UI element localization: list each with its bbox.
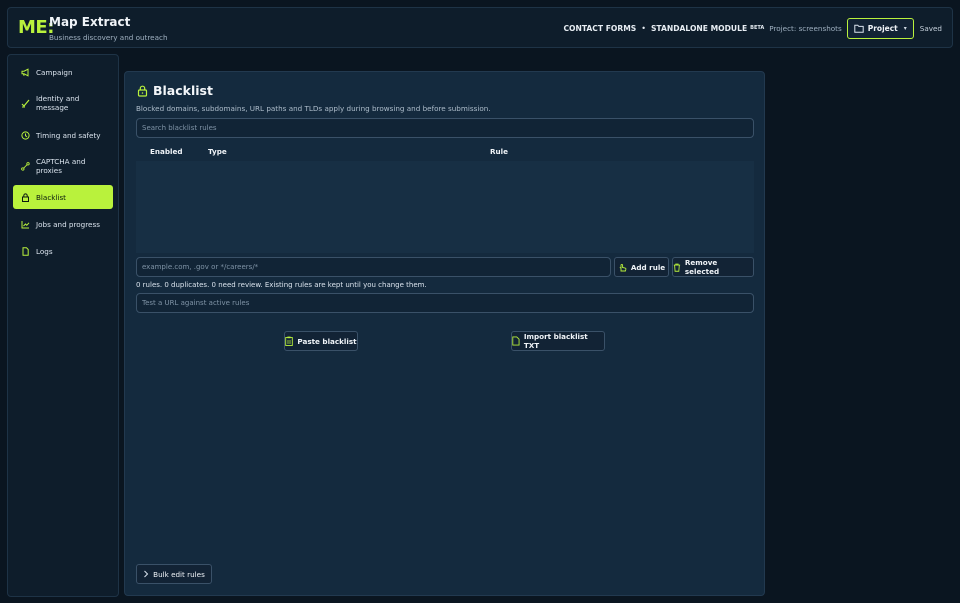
clipboard-icon <box>285 336 294 346</box>
app-subtitle: Business discovery and outreach <box>49 33 168 42</box>
bulk-edit-label: Bulk edit rules <box>153 569 205 579</box>
hand-pointer-icon <box>619 263 627 271</box>
sidebar-item-blacklist[interactable]: Blacklist <box>13 185 113 209</box>
chart-icon <box>21 220 30 228</box>
sidebar-item-label: Logs <box>36 246 53 256</box>
app-title: Map Extract <box>49 15 131 29</box>
title-row: Blacklist <box>137 83 213 98</box>
paste-blacklist-button[interactable]: Paste blacklist <box>284 331 358 351</box>
sidebar-item-captcha[interactable]: CAPTCHA and proxies <box>13 154 113 178</box>
network-icon <box>21 161 30 171</box>
sidebar: Campaign Identity and message Timing and… <box>7 54 119 597</box>
lock-icon <box>137 85 148 97</box>
import-blacklist-button[interactable]: Import blacklist TXT <box>511 331 605 351</box>
project-label: Project: screenshots <box>769 23 842 33</box>
blacklist-panel: Blacklist Blocked domains, subdomains, U… <box>124 71 765 596</box>
clock-icon <box>21 130 30 140</box>
sidebar-item-timing[interactable]: Timing and safety <box>13 123 113 147</box>
column-type: Type <box>208 147 227 156</box>
page-title: Blacklist <box>153 83 213 98</box>
sidebar-item-label: Timing and safety <box>36 130 101 140</box>
rule-input[interactable] <box>136 257 611 277</box>
trash-icon <box>673 263 681 272</box>
file-icon <box>22 246 29 256</box>
search-input[interactable] <box>136 118 754 138</box>
header-right: CONTACT FORMS • STANDALONE MODULE BETA P… <box>563 17 942 39</box>
pen-icon <box>21 99 30 107</box>
lock-icon <box>22 192 29 202</box>
column-rule: Rule <box>490 147 508 156</box>
import-blacklist-label: Import blacklist TXT <box>523 332 588 350</box>
project-button[interactable]: Project ▾ <box>846 17 914 39</box>
chevron-right-icon <box>144 570 149 578</box>
module-contact-forms: CONTACT FORMS <box>563 23 637 33</box>
chevron-down-icon: ▾ <box>903 24 907 32</box>
sidebar-item-campaign[interactable]: Campaign <box>13 60 113 84</box>
sidebar-item-logs[interactable]: Logs <box>13 239 113 263</box>
rules-status: 0 rules. 0 duplicates. 0 need review. Ex… <box>136 281 427 289</box>
test-url-input[interactable] <box>136 293 754 313</box>
save-status: Saved <box>919 23 942 33</box>
sidebar-item-label: Jobs and progress <box>36 219 100 229</box>
sidebar-item-jobs[interactable]: Jobs and progress <box>13 212 113 236</box>
page-description: Blocked domains, subdomains, URL paths a… <box>136 104 491 113</box>
file-icon <box>512 336 520 346</box>
header-separator: • <box>641 23 646 33</box>
beta-badge: BETA <box>750 25 765 31</box>
remove-selected-label: Remove selected <box>684 258 720 276</box>
remove-selected-button[interactable]: Remove selected <box>672 257 754 277</box>
add-rule-button[interactable]: Add rule <box>614 257 669 277</box>
bulk-edit-button[interactable]: Bulk edit rules <box>136 564 212 584</box>
add-rule-label: Add rule <box>630 262 666 272</box>
sidebar-item-identity[interactable]: Identity and message <box>13 91 113 115</box>
folder-icon <box>854 24 864 33</box>
column-enabled: Enabled <box>150 147 183 156</box>
module-standalone: STANDALONE MODULE <box>650 23 748 33</box>
project-button-label: Project <box>867 23 898 33</box>
paste-blacklist-label: Paste blacklist <box>297 336 357 346</box>
sidebar-item-label: Campaign <box>36 67 73 77</box>
megaphone-icon <box>21 67 29 77</box>
sidebar-item-label: Identity and message <box>36 94 80 112</box>
table-header: Enabled Type Rule <box>136 143 754 161</box>
sidebar-item-label: CAPTCHA and proxies <box>36 157 86 175</box>
rules-table-body <box>136 161 754 253</box>
sidebar-item-label: Blacklist <box>36 192 67 202</box>
app-header: ME: Map Extract Business discovery and o… <box>7 7 953 48</box>
